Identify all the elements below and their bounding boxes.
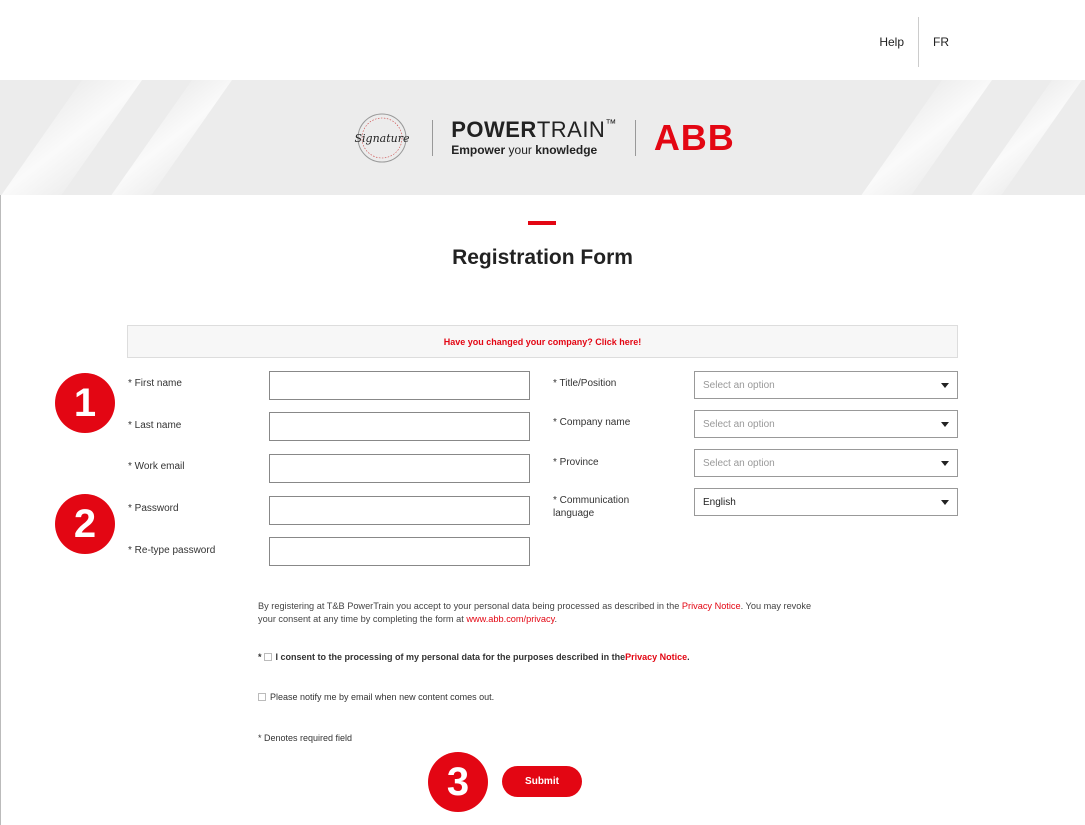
work-email-label: * Work email [128,461,185,472]
help-link[interactable]: Help [865,35,918,49]
chevron-down-icon [941,421,949,427]
last-name-input[interactable] [269,412,530,441]
step-badge-1: 1 [55,373,115,433]
abb-privacy-link[interactable]: www.abb.com/privacy [466,614,554,624]
tagline-part-1: Empower [451,143,506,157]
required-field-note: * Denotes required field [258,733,353,743]
communication-language-select[interactable]: English [694,488,958,516]
powertrain-light-text: TRAIN [536,117,606,142]
retype-password-label: * Re-type password [128,545,216,556]
communication-language-label-line1: * Communication [553,495,630,506]
trademark-mark: ™ [605,118,617,130]
logo-divider [634,119,636,156]
notify-checkbox-row: Please notify me by email when new conte… [258,692,494,702]
signature-logo: Signature [350,110,414,166]
consent-text-1: By registering at T&B PowerTrain you acc… [258,601,682,611]
company-name-select[interactable]: Select an option [694,410,958,438]
step-badge-2: 2 [55,494,115,554]
consent-text-3: . [554,614,558,624]
notify-checkbox-label: Please notify me by email when new conte… [270,692,495,702]
consent-checkbox-row: * I consent to the processing of my pers… [258,652,690,662]
work-email-input[interactable] [269,454,530,483]
privacy-notice-link-2[interactable]: Privacy Notice [625,652,687,662]
top-nav: Help FR [865,17,1085,67]
page-title: Registration Form [452,246,633,269]
consent-checkbox-label: I consent to the processing of my person… [275,652,626,662]
communication-language-label-line2: language [553,508,595,519]
powertrain-logo: POWERTRAIN™ Empower your knowledge [451,117,617,157]
title-position-select-value: Select an option [703,379,775,391]
title-position-label: * Title/Position [553,378,617,389]
powertrain-bold-text: POWER [451,117,537,142]
communication-language-select-value: English [703,496,736,508]
logo-strip: Signature POWERTRAIN™ Empower your knowl… [0,80,1085,195]
notify-checkbox[interactable] [258,693,266,701]
first-name-input[interactable] [269,371,530,400]
company-name-label: * Company name [553,417,631,428]
consent-required-marker: * [258,652,262,662]
password-label: * Password [128,503,179,514]
chevron-down-icon [941,460,949,466]
step-badge-3: 3 [428,752,488,812]
language-toggle-link[interactable]: FR [919,35,1085,49]
province-select-value: Select an option [703,457,775,469]
signature-logo-text: Signature [355,132,411,145]
tagline-part-3: knowledge [535,143,598,157]
change-company-link[interactable]: Have you changed your company? Click her… [127,325,958,358]
retype-password-input[interactable] [269,537,530,566]
consent-checkbox-suffix: . [687,652,690,662]
password-input[interactable] [269,496,530,525]
chevron-down-icon [941,499,949,505]
top-bar: Help FR [0,0,1085,80]
privacy-consent-paragraph: By registering at T&B PowerTrain you acc… [258,600,818,626]
company-name-select-value: Select an option [703,418,775,430]
province-select[interactable]: Select an option [694,449,958,477]
chevron-down-icon [941,382,949,388]
consent-checkbox[interactable] [263,653,272,661]
privacy-notice-link[interactable]: Privacy Notice [682,601,741,611]
first-name-label: * First name [128,378,182,389]
tagline-part-2: your [505,143,536,157]
province-label: * Province [553,457,599,468]
logo-divider [432,119,434,156]
last-name-label: * Last name [128,420,182,431]
title-position-select[interactable]: Select an option [694,371,958,399]
communication-language-label: * Communication language [553,494,629,520]
submit-button[interactable]: Submit [502,766,582,797]
abb-logo: ABB [653,116,735,158]
title-accent-dash [528,221,556,225]
